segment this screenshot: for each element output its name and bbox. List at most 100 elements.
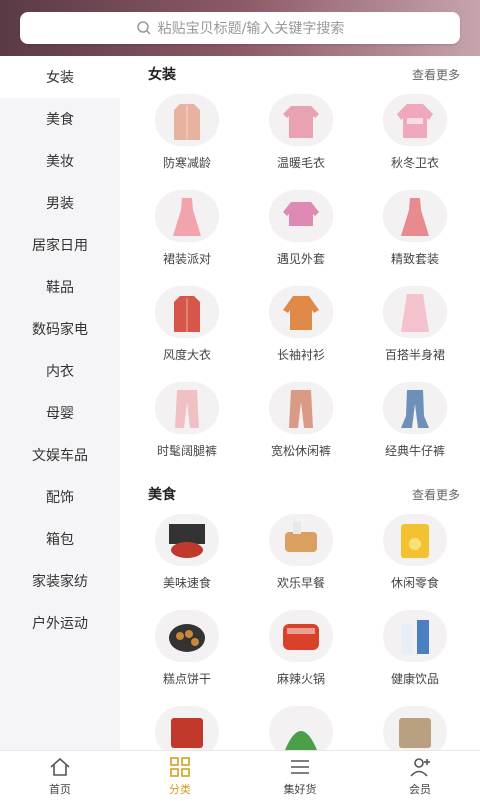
- tile-label: 宽松休闲裤: [270, 444, 331, 458]
- tile-label: 百搭半身裙: [384, 348, 445, 362]
- tab-home[interactable]: 首页: [0, 751, 120, 801]
- sidebar-item[interactable]: 美食: [0, 98, 120, 140]
- category-tile[interactable]: 美味速食: [130, 512, 244, 608]
- drink-icon: [383, 610, 447, 662]
- category-tile[interactable]: [244, 704, 358, 750]
- category-grid: 美味速食 欢乐早餐 休闲零食糕点饼干 麻辣火锅 健康饮品: [120, 512, 480, 750]
- view-more-link[interactable]: 查看更多: [412, 486, 460, 503]
- category-tile[interactable]: 经典牛仔裤: [358, 380, 472, 476]
- sidebar-item[interactable]: 美妆: [0, 140, 120, 182]
- tile-label: 精致套装: [390, 252, 439, 266]
- tile-label: 欢乐早餐: [276, 576, 325, 590]
- tile-label: 经典牛仔裤: [384, 444, 445, 458]
- tab-list[interactable]: 集好货: [240, 751, 360, 801]
- tile-label: 美味速食: [162, 576, 211, 590]
- category-tile[interactable]: 百搭半身裙: [358, 284, 472, 380]
- category-icon: [170, 757, 190, 777]
- category-tile[interactable]: 秋冬卫衣: [358, 92, 472, 188]
- sidebar-item[interactable]: 居家日用: [0, 224, 120, 266]
- tile-label: 温暖毛衣: [276, 156, 325, 170]
- tile-label: 休闲零食: [390, 576, 439, 590]
- sidebar-item[interactable]: 箱包: [0, 518, 120, 560]
- tab-category[interactable]: 分类: [120, 751, 240, 801]
- category-grid: 防寒减龄 温暖毛衣 秋冬卫衣裙装派对 遇见外套 精致套装风度大衣 长袖衬衫 百搭半身裙时髦阔…: [120, 92, 480, 476]
- section-header: 女装 查看更多: [120, 56, 480, 92]
- tile-label: 长袖衬衫: [276, 348, 325, 362]
- pants-icon: [155, 382, 219, 434]
- sidebar-item[interactable]: 户外运动: [0, 602, 120, 644]
- veggie-icon: [269, 706, 333, 750]
- hoodie-icon: [383, 94, 447, 146]
- tile-label: 时髦阔腿裤: [156, 444, 217, 458]
- category-tile[interactable]: 糕点饼干: [130, 608, 244, 704]
- view-more-link[interactable]: 查看更多: [412, 66, 460, 83]
- category-sidebar: 女装 美食 美妆 男装 居家日用 鞋品 数码家电 内衣 母婴 文娱车品 配饰 箱包 家装家纺 户外运动: [0, 56, 120, 750]
- member-icon: [410, 758, 430, 777]
- category-tile[interactable]: 麻辣火锅: [244, 608, 358, 704]
- list-icon: [291, 760, 309, 774]
- cookie-icon: [155, 610, 219, 662]
- home-icon: [50, 757, 70, 776]
- tile-label: 裙装派对: [162, 252, 211, 266]
- category-tile[interactable]: [130, 704, 244, 750]
- tile-label: 防寒减龄: [162, 156, 211, 170]
- category-content: 女装 查看更多 防寒减龄 温暖毛衣 秋冬卫衣 裙装派对 遇见外套 精致套装 风度大衣 长袖衬衫 百搭…: [120, 56, 480, 750]
- category-tile[interactable]: 精致套装: [358, 188, 472, 284]
- jacket-icon: [269, 190, 333, 242]
- category-tile[interactable]: 温暖毛衣: [244, 92, 358, 188]
- tile-label: 遇见外套: [276, 252, 325, 266]
- tile-label: 麻辣火锅: [276, 672, 325, 686]
- sidebar-item[interactable]: 男装: [0, 182, 120, 224]
- sidebar-item[interactable]: 文娱车品: [0, 434, 120, 476]
- sidebar-item[interactable]: 内衣: [0, 350, 120, 392]
- category-tile[interactable]: 裙装派对: [130, 188, 244, 284]
- category-tile[interactable]: 休闲零食: [358, 512, 472, 608]
- category-tile[interactable]: 健康饮品: [358, 608, 472, 704]
- category-tile[interactable]: 长袖衬衫: [244, 284, 358, 380]
- category-tile[interactable]: 防寒减龄: [130, 92, 244, 188]
- category-tile[interactable]: 宽松休闲裤: [244, 380, 358, 476]
- sidebar-item[interactable]: 家装家纺: [0, 560, 120, 602]
- skirt-icon: [383, 286, 447, 338]
- top-bar: 粘贴宝贝标题/输入关键字搜索: [0, 0, 480, 56]
- food-box-icon: [383, 706, 447, 750]
- section-title: 女装: [148, 67, 176, 83]
- sidebar-item[interactable]: 女装: [0, 56, 120, 98]
- category-tile[interactable]: [358, 704, 472, 750]
- search-placeholder: 粘贴宝贝标题/输入关键字搜索: [157, 21, 345, 37]
- food-box-icon: [155, 706, 219, 750]
- section-title: 美食: [148, 487, 176, 503]
- noodle-box-icon: [155, 514, 219, 566]
- tile-label: 糕点饼干: [162, 672, 211, 686]
- category-tile[interactable]: 时髦阔腿裤: [130, 380, 244, 476]
- tile-label: 风度大衣: [162, 348, 211, 362]
- sidebar-item[interactable]: 数码家电: [0, 308, 120, 350]
- jeans-icon: [383, 382, 447, 434]
- search-input[interactable]: 粘贴宝贝标题/输入关键字搜索: [20, 12, 460, 44]
- dress-icon: [155, 190, 219, 242]
- category-tile[interactable]: 欢乐早餐: [244, 512, 358, 608]
- category-tile[interactable]: 遇见外套: [244, 188, 358, 284]
- tab-member[interactable]: 会员: [360, 751, 480, 801]
- category-tile[interactable]: 风度大衣: [130, 284, 244, 380]
- tab-label: 会员: [409, 783, 431, 796]
- coat-icon: [155, 94, 219, 146]
- pants-icon: [269, 382, 333, 434]
- dress-icon: [383, 190, 447, 242]
- section-header: 美食 查看更多: [120, 476, 480, 512]
- sidebar-item[interactable]: 母婴: [0, 392, 120, 434]
- search-icon: [136, 21, 151, 35]
- tab-label: 集好货: [283, 783, 317, 796]
- shirt-icon: [269, 286, 333, 338]
- bottom-tab-bar: 首页 分类 集好货 会员: [0, 750, 480, 801]
- sweater-icon: [269, 94, 333, 146]
- bread-icon: [269, 514, 333, 566]
- hotpot-icon: [269, 610, 333, 662]
- tab-label: 首页: [49, 783, 71, 796]
- coat-icon: [155, 286, 219, 338]
- snack-bag-icon: [383, 514, 447, 566]
- sidebar-item[interactable]: 配饰: [0, 476, 120, 518]
- tab-label: 分类: [169, 783, 191, 796]
- sidebar-item[interactable]: 鞋品: [0, 266, 120, 308]
- tile-label: 秋冬卫衣: [390, 156, 439, 170]
